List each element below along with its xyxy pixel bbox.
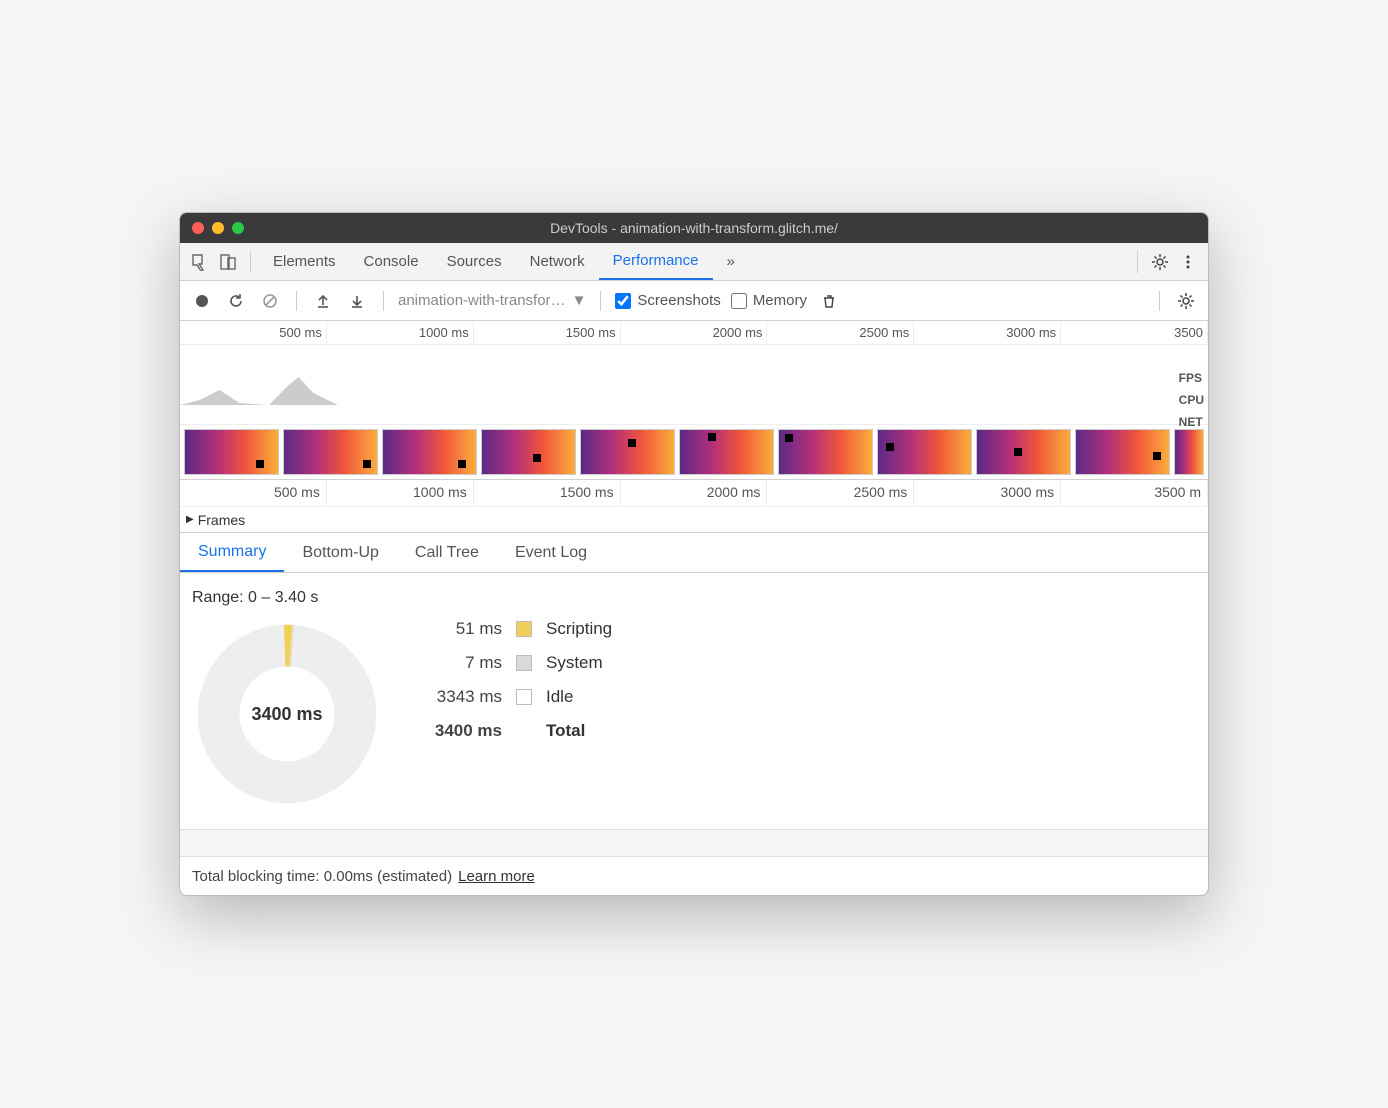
filmstrip-frame[interactable] — [1174, 429, 1204, 475]
flame-tick: 500 ms — [180, 480, 327, 506]
overview-ruler: 500 ms 1000 ms 1500 ms 2000 ms 2500 ms 3… — [180, 321, 1208, 345]
memory-label: Memory — [753, 292, 807, 309]
clear-button[interactable] — [258, 289, 282, 313]
legend-label: System — [546, 653, 612, 673]
window-title: DevTools - animation-with-transform.glit… — [180, 220, 1208, 236]
net-label: NET — [1179, 415, 1204, 429]
filmstrip-frame[interactable] — [976, 429, 1071, 475]
detail-tab-call-tree[interactable]: Call Tree — [397, 533, 497, 572]
detail-tab-bottom-up[interactable]: Bottom-Up — [284, 533, 396, 572]
screenshots-checkbox[interactable]: Screenshots — [615, 292, 720, 309]
panel-tabstrip: Elements Console Sources Network Perform… — [180, 243, 1208, 281]
flame-tick: 3500 m — [1061, 480, 1208, 506]
summary-legend: 51 ms Scripting 7 ms System 3343 ms Idle… — [422, 619, 612, 741]
capture-settings-icon[interactable] — [1174, 289, 1198, 313]
settings-icon[interactable] — [1146, 248, 1174, 276]
legend-swatch-idle — [516, 689, 532, 705]
close-window-button[interactable] — [192, 222, 204, 234]
ov-tick: 2500 ms — [767, 321, 914, 344]
legend-total-ms: 3400 ms — [422, 721, 502, 741]
record-button[interactable] — [190, 289, 214, 313]
legend-swatch-scripting — [516, 621, 532, 637]
empty-strip — [180, 829, 1208, 857]
cpu-sparkline — [180, 375, 1168, 405]
flame-tick: 2500 ms — [767, 480, 914, 506]
legend-label: Scripting — [546, 619, 612, 639]
expand-icon[interactable]: ▶ — [186, 514, 194, 525]
tbt-label: Total blocking time: 0.00ms (estimated) — [192, 868, 452, 885]
tab-performance[interactable]: Performance — [599, 243, 713, 280]
devtools-window: DevTools - animation-with-transform.glit… — [179, 212, 1209, 896]
ov-tick: 2000 ms — [621, 321, 768, 344]
load-profile-button[interactable] — [311, 289, 335, 313]
performance-toolbar: animation-with-transfor… ▼ Screenshots M… — [180, 281, 1208, 321]
gc-button[interactable] — [817, 289, 841, 313]
footer: Total blocking time: 0.00ms (estimated) … — [180, 857, 1208, 895]
flame-tick: 3000 ms — [914, 480, 1061, 506]
frames-row[interactable]: ▶ Frames — [180, 506, 1208, 532]
flame-ruler: 500 ms 1000 ms 1500 ms 2000 ms 2500 ms 3… — [180, 480, 1208, 506]
ov-tick: 1000 ms — [327, 321, 474, 344]
profile-select[interactable]: animation-with-transfor… ▼ — [398, 292, 586, 309]
flame-tick: 1500 ms — [474, 480, 621, 506]
screenshots-label: Screenshots — [637, 292, 720, 309]
overview-labels: FPS CPU NET — [1179, 371, 1204, 429]
filmstrip-frame[interactable] — [184, 429, 279, 475]
overview-body[interactable]: FPS CPU NET — [180, 345, 1208, 425]
filmstrip-frame[interactable] — [679, 429, 774, 475]
range-label: Range: 0 – 3.40 s — [192, 589, 1196, 607]
memory-checkbox[interactable]: Memory — [731, 292, 807, 309]
detail-tab-summary[interactable]: Summary — [180, 533, 284, 572]
filmstrip-frame[interactable] — [877, 429, 972, 475]
flame-tick: 1000 ms — [327, 480, 474, 506]
ov-tick: 500 ms — [180, 321, 327, 344]
ov-tick: 1500 ms — [474, 321, 621, 344]
flame-tick: 2000 ms — [621, 480, 768, 506]
traffic-lights — [192, 222, 244, 234]
chevron-down-icon: ▼ — [572, 292, 587, 309]
titlebar: DevTools - animation-with-transform.glit… — [180, 213, 1208, 243]
fps-label: FPS — [1179, 371, 1204, 385]
summary-donut-chart: 3400 ms — [192, 619, 382, 809]
tab-sources[interactable]: Sources — [433, 243, 516, 280]
tab-console[interactable]: Console — [350, 243, 433, 280]
legend-ms: 7 ms — [422, 653, 502, 673]
summary-panel: Range: 0 – 3.40 s 3400 ms 51 ms Scriptin… — [180, 573, 1208, 829]
filmstrip-frame[interactable] — [481, 429, 576, 475]
tab-elements[interactable]: Elements — [259, 243, 350, 280]
reload-button[interactable] — [224, 289, 248, 313]
filmstrip[interactable] — [180, 425, 1208, 479]
cpu-label: CPU — [1179, 393, 1204, 407]
frames-label: Frames — [198, 512, 245, 528]
donut-center-label: 3400 ms — [192, 619, 382, 809]
screenshots-checkbox-input[interactable] — [615, 293, 631, 309]
learn-more-link[interactable]: Learn more — [458, 868, 535, 885]
legend-total-label: Total — [546, 721, 612, 741]
save-profile-button[interactable] — [345, 289, 369, 313]
filmstrip-frame[interactable] — [382, 429, 477, 475]
flame-chart[interactable]: 500 ms 1000 ms 1500 ms 2000 ms 2500 ms 3… — [180, 480, 1208, 533]
legend-ms: 51 ms — [422, 619, 502, 639]
legend-ms: 3343 ms — [422, 687, 502, 707]
kebab-menu-icon[interactable] — [1174, 248, 1202, 276]
filmstrip-frame[interactable] — [283, 429, 378, 475]
filmstrip-frame[interactable] — [580, 429, 675, 475]
device-toolbar-icon[interactable] — [214, 248, 242, 276]
detail-tab-event-log[interactable]: Event Log — [497, 533, 605, 572]
inspect-element-icon[interactable] — [186, 248, 214, 276]
filmstrip-frame[interactable] — [1075, 429, 1170, 475]
ov-tick: 3000 ms — [914, 321, 1061, 344]
profile-select-label: animation-with-transfor… — [398, 292, 566, 309]
tab-network[interactable]: Network — [516, 243, 599, 280]
detail-tabs: Summary Bottom-Up Call Tree Event Log — [180, 533, 1208, 573]
filmstrip-frame[interactable] — [778, 429, 873, 475]
maximize-window-button[interactable] — [232, 222, 244, 234]
legend-label: Idle — [546, 687, 612, 707]
ov-tick: 3500 — [1061, 321, 1208, 344]
overview-pane[interactable]: 500 ms 1000 ms 1500 ms 2000 ms 2500 ms 3… — [180, 321, 1208, 480]
minimize-window-button[interactable] — [212, 222, 224, 234]
legend-swatch-system — [516, 655, 532, 671]
memory-checkbox-input[interactable] — [731, 293, 747, 309]
tab-more[interactable]: » — [713, 243, 749, 280]
